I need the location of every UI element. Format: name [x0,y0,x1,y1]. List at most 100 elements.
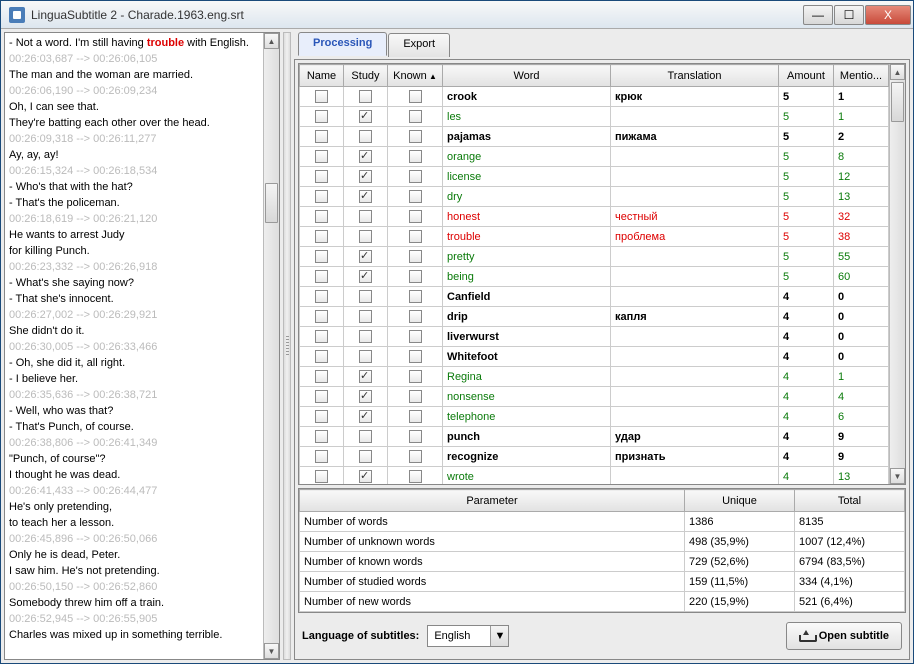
col-parameter[interactable]: Parameter [300,490,685,512]
table-row[interactable]: les51 [300,107,889,127]
cell-name[interactable] [300,447,344,467]
cell-known[interactable] [388,447,443,467]
cell-known[interactable] [388,227,443,247]
checkbox[interactable] [359,370,372,383]
cell-name[interactable] [300,287,344,307]
cell-name[interactable] [300,107,344,127]
cell-word[interactable]: Regina [443,367,611,387]
cell-name[interactable] [300,167,344,187]
checkbox[interactable] [359,270,372,283]
checkbox[interactable] [315,290,328,303]
checkbox[interactable] [409,190,422,203]
words-table-scroll[interactable]: Name Study Known Word Translation Amount… [299,64,889,484]
checkbox[interactable] [359,430,372,443]
col-study[interactable]: Study [344,65,388,87]
table-scroll-down[interactable]: ▼ [890,468,905,484]
cell-known[interactable] [388,187,443,207]
cell-translation[interactable] [611,167,779,187]
cell-name[interactable] [300,427,344,447]
checkbox[interactable] [315,330,328,343]
table-row[interactable]: troubleпроблема538 [300,227,889,247]
col-name[interactable]: Name [300,65,344,87]
table-row[interactable]: dripкапля40 [300,307,889,327]
cell-translation[interactable] [611,267,779,287]
cell-name[interactable] [300,227,344,247]
table-row[interactable]: recognizeпризнать49 [300,447,889,467]
cell-study[interactable] [344,87,388,107]
cell-translation[interactable] [611,147,779,167]
table-row[interactable]: honestчестный532 [300,207,889,227]
scroll-down-button[interactable]: ▼ [264,643,279,659]
table-scrollbar[interactable]: ▲ ▼ [889,64,905,484]
checkbox[interactable] [315,390,328,403]
checkbox[interactable] [409,90,422,103]
checkbox[interactable] [315,250,328,263]
table-row[interactable]: dry513 [300,187,889,207]
cell-word[interactable]: liverwurst [443,327,611,347]
checkbox[interactable] [409,450,422,463]
checkbox[interactable] [315,150,328,163]
cell-translation[interactable] [611,247,779,267]
checkbox[interactable] [359,330,372,343]
cell-translation[interactable] [611,347,779,367]
cell-word[interactable]: pajamas [443,127,611,147]
cell-known[interactable] [388,387,443,407]
checkbox[interactable] [315,90,328,103]
cell-word[interactable]: drip [443,307,611,327]
cell-name[interactable] [300,207,344,227]
table-row[interactable]: liverwurst40 [300,327,889,347]
cell-known[interactable] [388,167,443,187]
cell-name[interactable] [300,267,344,287]
checkbox[interactable] [359,390,372,403]
cell-translation[interactable]: признать [611,447,779,467]
cell-study[interactable] [344,107,388,127]
titlebar[interactable]: LinguaSubtitle 2 - Charade.1963.eng.srt … [1,1,913,29]
cell-word[interactable]: wrote [443,467,611,485]
checkbox[interactable] [359,90,372,103]
col-unique[interactable]: Unique [685,490,795,512]
cell-word[interactable]: pretty [443,247,611,267]
checkbox[interactable] [409,170,422,183]
maximize-button[interactable]: ☐ [834,5,864,25]
checkbox[interactable] [359,170,372,183]
checkbox[interactable] [359,350,372,363]
language-select[interactable]: English ▼ [427,625,509,647]
cell-word[interactable]: Canfield [443,287,611,307]
cell-translation[interactable] [611,327,779,347]
cell-known[interactable] [388,127,443,147]
col-amount[interactable]: Amount [779,65,834,87]
cell-study[interactable] [344,247,388,267]
checkbox[interactable] [409,210,422,223]
cell-known[interactable] [388,407,443,427]
cell-study[interactable] [344,327,388,347]
tab-export[interactable]: Export [388,33,450,57]
cell-word[interactable]: trouble [443,227,611,247]
table-row[interactable]: Regina41 [300,367,889,387]
checkbox[interactable] [409,130,422,143]
cell-word[interactable]: punch [443,427,611,447]
checkbox[interactable] [409,370,422,383]
cell-known[interactable] [388,107,443,127]
checkbox[interactable] [315,410,328,423]
cell-name[interactable] [300,187,344,207]
cell-word[interactable]: being [443,267,611,287]
col-word[interactable]: Word [443,65,611,87]
cell-known[interactable] [388,467,443,485]
checkbox[interactable] [359,310,372,323]
checkbox[interactable] [315,450,328,463]
cell-known[interactable] [388,307,443,327]
close-button[interactable]: X [865,5,911,25]
cell-translation[interactable] [611,287,779,307]
col-mentio[interactable]: Mentio... [834,65,889,87]
checkbox[interactable] [315,270,328,283]
checkbox[interactable] [315,310,328,323]
checkbox[interactable] [359,410,372,423]
table-scroll-thumb[interactable] [891,82,904,122]
checkbox[interactable] [315,170,328,183]
cell-translation[interactable] [611,387,779,407]
cell-study[interactable] [344,387,388,407]
checkbox[interactable] [409,270,422,283]
table-row[interactable]: license512 [300,167,889,187]
cell-word[interactable]: license [443,167,611,187]
cell-name[interactable] [300,367,344,387]
